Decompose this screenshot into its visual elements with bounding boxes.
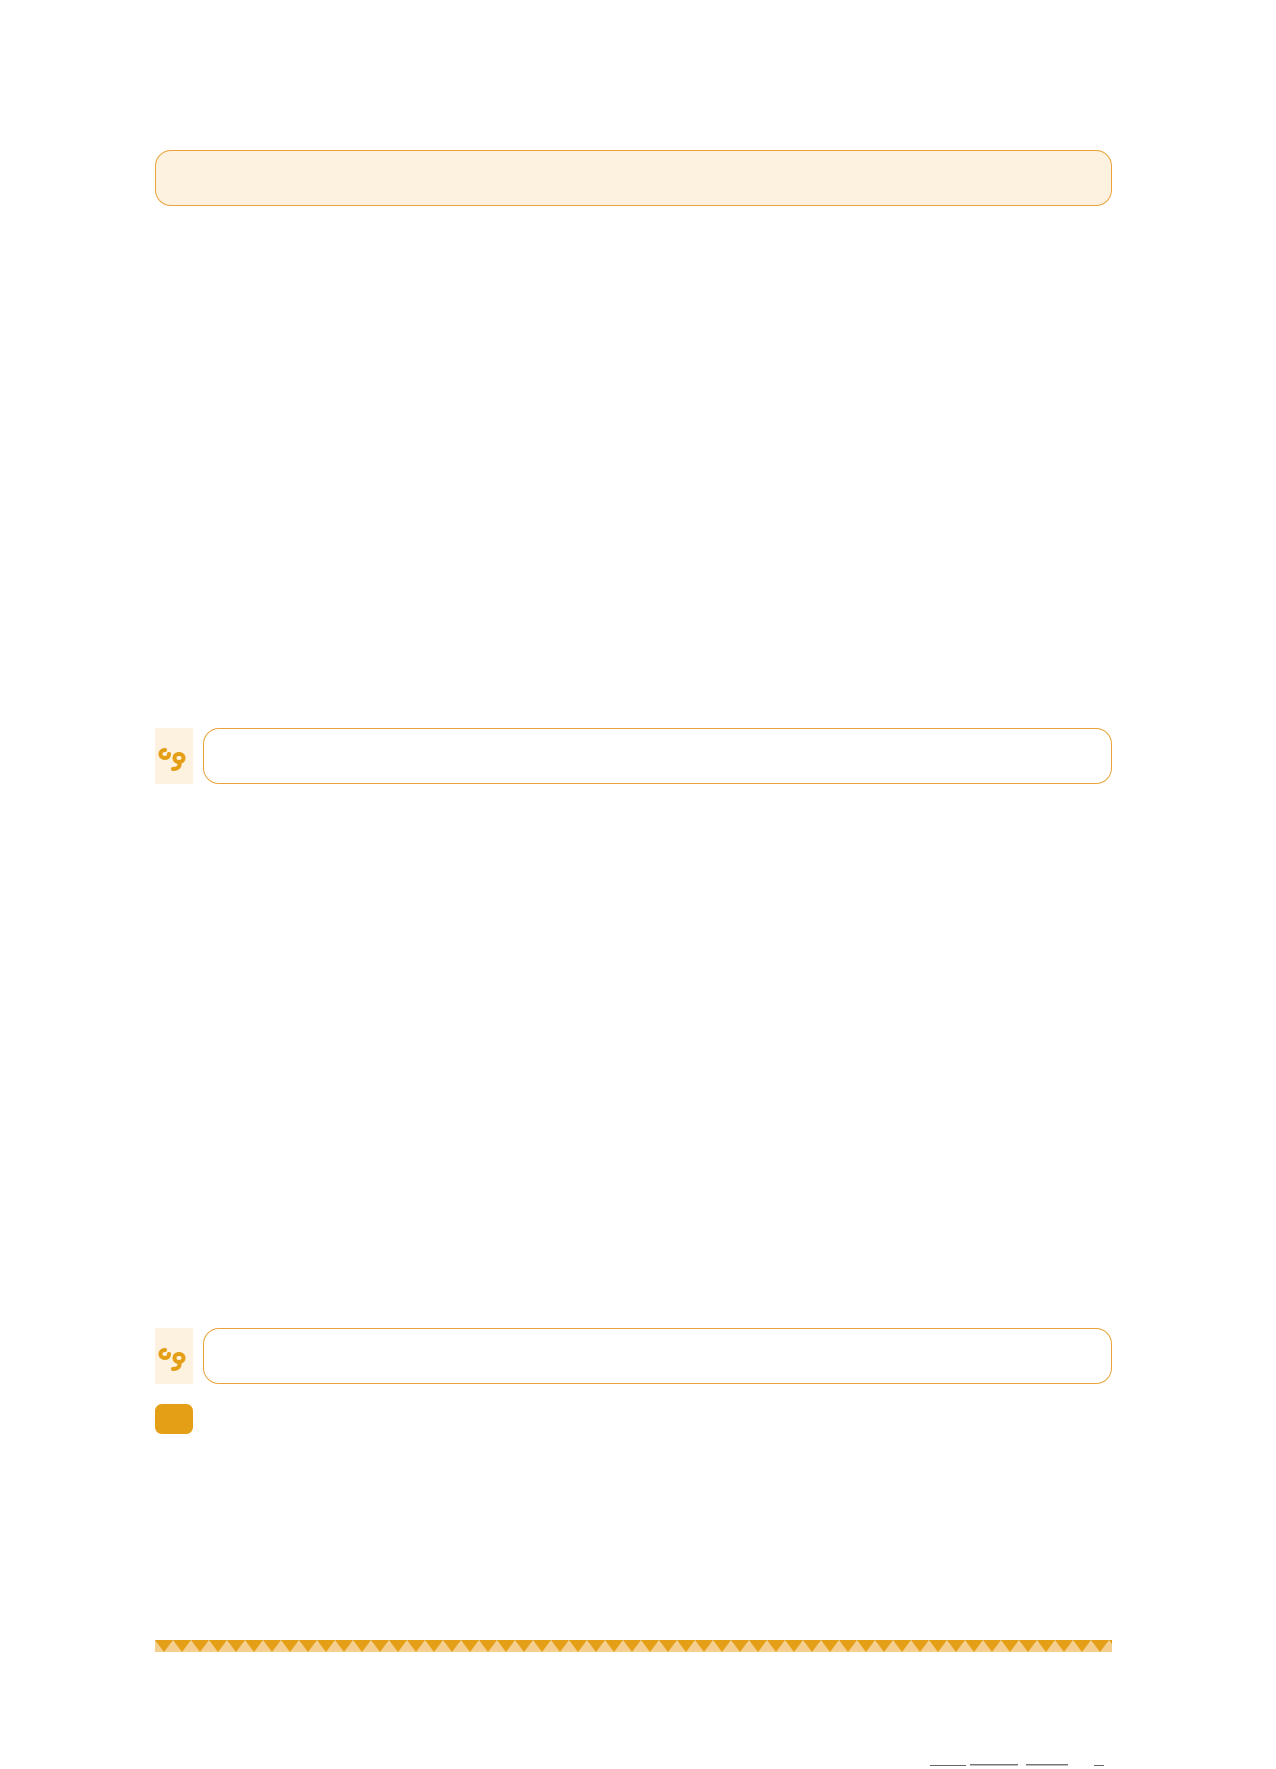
- decorative-footer-band: [155, 1640, 1112, 1652]
- section-title-box: [155, 150, 1112, 206]
- orange-badge: [155, 1404, 193, 1434]
- quote-row-1: [155, 728, 1112, 784]
- quote-box-1: [203, 728, 1112, 784]
- print-crop-marks: [930, 1764, 1104, 1766]
- quote-box-2: [203, 1328, 1112, 1384]
- document-page: [0, 0, 1276, 1769]
- quote-icon: [155, 728, 193, 784]
- quote-row-2: [155, 1328, 1112, 1384]
- quote-icon: [155, 1328, 193, 1384]
